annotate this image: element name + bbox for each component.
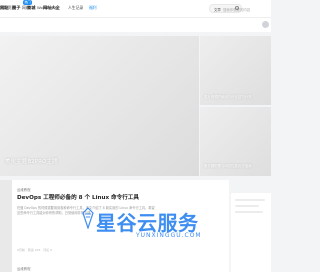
search-icon[interactable]	[235, 6, 239, 10]
hero-slide-main[interactable]: 美化主题B2PRO主题	[0, 36, 199, 176]
hero-main-title[interactable]: 美化主题B2PRO主题	[5, 157, 58, 165]
sidebar-widget	[231, 193, 271, 272]
widget-placeholder-line	[235, 205, 259, 207]
category-item-life[interactable]: 人生记录	[68, 5, 83, 11]
logo-mark-icon	[82, 207, 94, 229]
search-category-select[interactable]: 文章	[214, 7, 221, 12]
hero-side-card[interactable]: 图片资源的使用与优化技巧分享	[200, 36, 271, 105]
post-category[interactable]: 运维教程	[17, 266, 31, 271]
widget-placeholder-line	[235, 211, 263, 213]
category-item-network[interactable]: 网络	[22, 5, 30, 11]
post-thumbnail[interactable]	[0, 180, 12, 272]
category-item-wordpress[interactable]: WordPress	[37, 5, 57, 10]
category-navigation-bar	[0, 17, 271, 32]
post-title[interactable]: DevOps 工程师必备的 8 个 Linux 命令行工具	[17, 193, 139, 201]
post-category[interactable]: 运维教程	[17, 187, 31, 192]
widget-placeholder-line	[235, 199, 265, 201]
hero-side-title[interactable]: 图片资源的使用与优化技巧分享	[204, 94, 251, 99]
watermark-subtext: YUNXINGGU.COM	[136, 232, 202, 239]
category-item-theme[interactable]: 主题资源	[0, 5, 15, 11]
category-item-welfare[interactable]: 福利	[89, 5, 97, 11]
post-meta: 9月前 · 阅读 245 · 评论 0	[17, 248, 53, 252]
hero-side-card[interactable]: 服务器配置与网站性能优化指南	[200, 107, 271, 176]
hero-side-title[interactable]: 服务器配置与网站性能优化指南	[204, 163, 251, 168]
avatar[interactable]	[262, 21, 269, 28]
